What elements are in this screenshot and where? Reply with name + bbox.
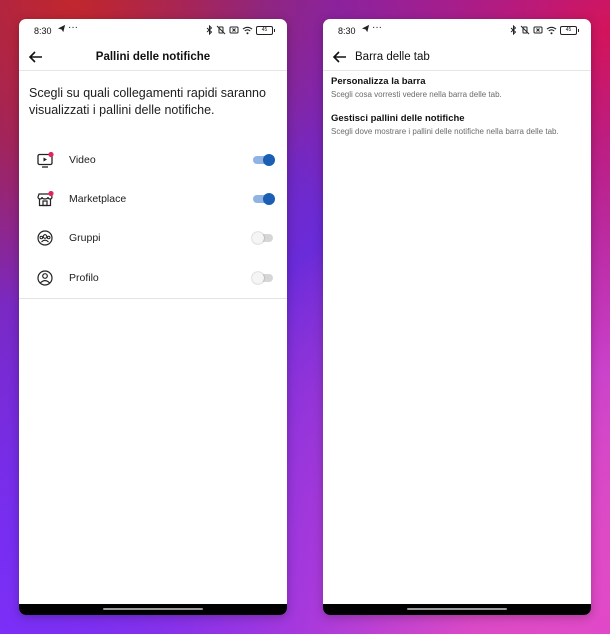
battery-icon: 45: [256, 25, 275, 35]
page-title: Pallini delle notifiche: [95, 51, 211, 63]
menu-item-subtitle: Scegli dove mostrare i pallini delle not…: [331, 127, 559, 136]
status-more: ···: [68, 22, 78, 33]
sim-off-icon: [229, 26, 239, 34]
status-icons: 45: [510, 25, 579, 35]
vibrate-off-icon: [216, 25, 226, 35]
status-time: 8:30: [338, 26, 356, 36]
page-title: Barra delle tab: [355, 51, 430, 63]
video-icon: [36, 151, 54, 169]
home-gesture-handle[interactable]: [407, 608, 507, 610]
menu-item-title: Gestisci pallini delle notifiche: [331, 113, 465, 124]
groups-icon: [36, 229, 54, 247]
battery-icon: 45: [560, 25, 579, 35]
option-row-profile[interactable]: Profilo: [19, 262, 287, 294]
back-arrow-icon[interactable]: [331, 48, 349, 66]
option-row-groups[interactable]: Gruppi: [19, 222, 287, 254]
divider: [19, 298, 287, 299]
app-header: Pallini delle notifiche: [19, 43, 287, 71]
bluetooth-icon: [510, 25, 517, 35]
status-icons: 45: [206, 25, 275, 35]
option-label-video: Video: [69, 154, 96, 166]
menu-item-subtitle: Scegli cosa vorresti vedere nella barra …: [331, 90, 502, 99]
wifi-icon: [242, 26, 253, 34]
toggle-profile[interactable]: [252, 272, 274, 284]
option-label-profile: Profilo: [69, 272, 99, 284]
vibrate-off-icon: [520, 25, 530, 35]
menu-item-title: Personalizza la barra: [331, 76, 426, 87]
page-description: Scegli su quali collegamenti rapidi sara…: [29, 86, 266, 117]
option-row-marketplace[interactable]: Marketplace: [19, 183, 287, 215]
navigation-bar: [323, 604, 591, 615]
sim-off-icon: [533, 26, 543, 34]
marketplace-icon: [36, 190, 54, 208]
option-label-marketplace: Marketplace: [69, 193, 127, 205]
phone-screen-left: 8:30 ··· 45 Pallini delle notifiche Sceg…: [19, 19, 287, 615]
option-label-groups: Gruppi: [69, 232, 101, 244]
status-more: ···: [372, 22, 382, 33]
phone-screen-right: 8:30 ··· 45 Barra delle tab Personalizza…: [323, 19, 591, 615]
status-time: 8:30: [34, 26, 52, 36]
profile-icon: [36, 269, 54, 287]
navigation-bar: [19, 604, 287, 615]
toggle-marketplace[interactable]: [252, 193, 275, 205]
app-header: Barra delle tab: [323, 43, 591, 71]
menu-item-customize-bar[interactable]: Personalizza la barra Scegli cosa vorres…: [331, 76, 583, 99]
toggle-video[interactable]: [252, 154, 275, 166]
wifi-icon: [546, 26, 557, 34]
status-bar: 8:30 ··· 45: [323, 19, 591, 43]
menu-item-manage-notification-dots[interactable]: Gestisci pallini delle notifiche Scegli …: [331, 113, 583, 136]
toggle-groups[interactable]: [252, 232, 274, 244]
telegram-icon: [57, 24, 66, 35]
option-row-video[interactable]: Video: [19, 144, 287, 176]
status-bar: 8:30 ··· 45: [19, 19, 287, 43]
home-gesture-handle[interactable]: [103, 608, 203, 610]
bluetooth-icon: [206, 25, 213, 35]
telegram-icon: [361, 24, 370, 35]
